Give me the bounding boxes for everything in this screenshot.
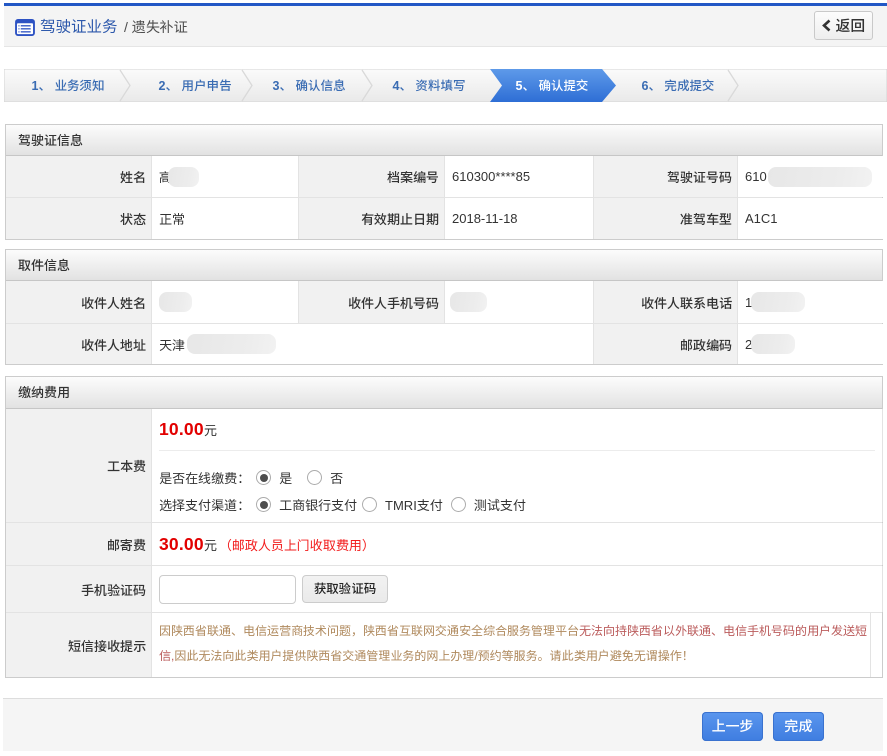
svg-text:2、 用户申告: 2、 用户申告 — [159, 79, 232, 93]
svg-text:1、 业务须知: 1、 业务须知 — [32, 79, 105, 93]
svg-text:3、 确认信息: 3、 确认信息 — [273, 79, 346, 93]
svg-text:4、 资料填写: 4、 资料填写 — [393, 78, 466, 93]
svg-text:6、 完成提交: 6、 完成提交 — [642, 78, 715, 93]
svg-text:5、 确认提交: 5、 确认提交 — [516, 79, 589, 93]
